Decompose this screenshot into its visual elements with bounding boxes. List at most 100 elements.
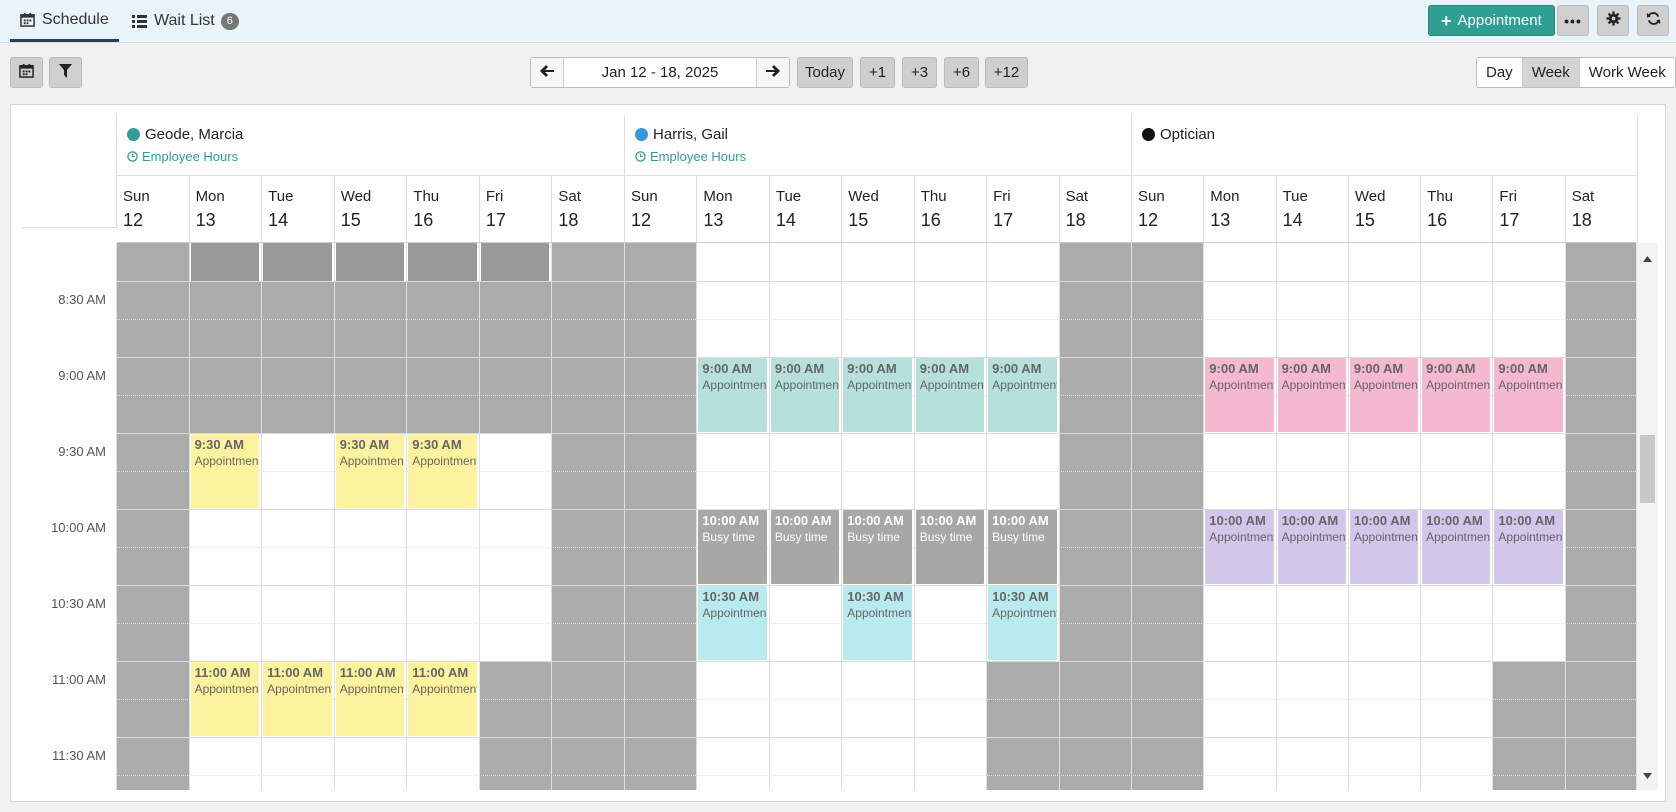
add-appointment-button[interactable]: + Appointment: [1428, 5, 1555, 36]
appointment-block[interactable]: 9:00 AM Appointment: [698, 358, 767, 432]
filter-icon: [59, 63, 72, 82]
appointment-block[interactable]: 9:00 AM Appointment: [915, 358, 985, 432]
event-label: Appointment: [1426, 378, 1491, 392]
appointment-block[interactable]: 10:00 AM Appointment: [1277, 510, 1346, 584]
day-column[interactable]: [117, 243, 190, 790]
appointment-block[interactable]: 10:30 AM Appointment: [698, 586, 767, 660]
day-header[interactable]: Wed 15: [1348, 176, 1422, 243]
day-header[interactable]: Fri 17: [479, 176, 553, 243]
day-name: Sat: [558, 188, 581, 205]
appointment-block[interactable]: 9:00 AM Appointment: [988, 358, 1057, 432]
day-header[interactable]: Thu 16: [1421, 176, 1494, 243]
jump-plus-1-button[interactable]: +1: [860, 57, 895, 88]
day-header[interactable]: Sun 12: [1132, 176, 1205, 243]
appointment-block[interactable]: 9:00 AM Appointment: [770, 358, 840, 432]
appointment-block[interactable]: 9:00 AM Appointment: [1349, 358, 1419, 432]
day-header[interactable]: Sun 12: [117, 176, 190, 243]
day-header[interactable]: Tue 14: [262, 176, 335, 243]
jump-plus-3-button[interactable]: +3: [902, 57, 937, 88]
view-work-week-button[interactable]: Work Week: [1578, 58, 1675, 87]
employee-hours-link[interactable]: Employee Hours: [635, 149, 746, 164]
day-number: 15: [1354, 210, 1375, 230]
event-time: 9:30 AM: [194, 437, 244, 452]
day-header[interactable]: Fri 17: [1493, 176, 1566, 243]
time-gutter: 8:30 AM 9:00 AM 9:30 AM 10:00 AM 10:30 AM 11:…: [22, 243, 117, 790]
date-range-display[interactable]: Jan 12 - 18, 2025: [563, 58, 757, 87]
date-picker-button[interactable]: [10, 57, 43, 88]
refresh-button[interactable]: [1637, 5, 1669, 36]
jump-plus-12-button[interactable]: +12: [985, 57, 1028, 88]
day-header[interactable]: Mon 13: [1204, 176, 1277, 243]
scrollbar-thumb[interactable]: [1640, 435, 1655, 503]
vertical-scrollbar[interactable]: [1636, 243, 1658, 790]
day-header[interactable]: Thu 16: [914, 176, 988, 243]
day-column[interactable]: [1059, 243, 1132, 790]
view-day-button[interactable]: Day: [1477, 58, 1522, 87]
grid-line: [117, 737, 1636, 738]
resource-name: Optician: [1160, 126, 1216, 143]
day-number: 17: [1499, 210, 1520, 230]
appointment-block[interactable]: 10:00 AM Appointment: [1422, 510, 1491, 584]
appointment-block[interactable]: 11:00 AM Appointment: [190, 662, 260, 736]
appointment-block[interactable]: 9:00 AM Appointment: [1205, 358, 1274, 432]
busy-time-block[interactable]: 10:00 AM Busy time: [988, 510, 1057, 584]
event-time: 11:00 AM: [412, 665, 469, 680]
day-header[interactable]: Mon 13: [189, 176, 263, 243]
filter-button[interactable]: [49, 57, 82, 88]
day-header[interactable]: Fri 17: [987, 176, 1060, 243]
busy-time-block[interactable]: 10:00 AM Busy time: [843, 510, 912, 584]
day-header[interactable]: Tue 14: [769, 176, 843, 243]
day-header[interactable]: Wed 15: [842, 176, 915, 243]
previous-week-button[interactable]: [531, 58, 563, 87]
appointment-block[interactable]: 10:00 AM Appointment: [1205, 510, 1274, 584]
busy-time-block[interactable]: 10:00 AM Busy time: [915, 510, 985, 584]
event-label: Appointment: [1281, 530, 1346, 544]
day-column[interactable]: [552, 243, 625, 790]
appointment-block[interactable]: 9:00 AM Appointment: [843, 358, 912, 432]
appointment-block[interactable]: 10:30 AM Appointment: [988, 586, 1057, 660]
day-header[interactable]: Sat 18: [1565, 176, 1638, 243]
calendar-icon: [19, 63, 34, 82]
today-button[interactable]: Today: [797, 57, 853, 88]
appointment-block[interactable]: 10:00 AM Appointment: [1349, 510, 1419, 584]
day-column[interactable]: [1565, 243, 1636, 790]
appointment-block[interactable]: 11:00 AM Appointment: [335, 662, 405, 736]
appointment-block[interactable]: 11:00 AM Appointment: [408, 662, 477, 736]
day-header[interactable]: Tue 14: [1276, 176, 1349, 243]
day-column[interactable]: [1132, 243, 1205, 790]
appointment-block[interactable]: 9:30 AM Appointment: [335, 434, 405, 508]
day-header[interactable]: Sun 12: [625, 176, 698, 243]
appointment-block[interactable]: 10:30 AM Appointment: [843, 586, 912, 660]
time-grid: 8:30 AM 9:00 AM 9:30 AM 10:00 AM 10:30 AM 11:…: [22, 243, 1636, 790]
day-header[interactable]: Sat 18: [552, 176, 625, 243]
appointment-block[interactable]: 9:00 AM Appointment: [1422, 358, 1491, 432]
day-column[interactable]: [625, 243, 698, 790]
busy-time-block[interactable]: 10:00 AM Busy time: [770, 510, 840, 584]
employee-hours-link[interactable]: Employee Hours: [127, 149, 238, 164]
day-header[interactable]: Thu 16: [407, 176, 480, 243]
resource-header-geode-marcia: Geode, Marcia Employee Hours: [117, 115, 625, 176]
next-week-button[interactable]: [757, 58, 789, 87]
day-header[interactable]: Mon 13: [697, 176, 770, 243]
tab-schedule[interactable]: Schedule: [10, 0, 119, 42]
appointment-block[interactable]: 9:30 AM Appointment: [408, 434, 477, 508]
appointment-block[interactable]: 11:00 AM Appointment: [263, 662, 332, 736]
view-week-button[interactable]: Week: [1521, 58, 1579, 87]
busy-time-block[interactable]: 10:00 AM Busy time: [698, 510, 767, 584]
arrow-left-icon: [540, 64, 554, 82]
appointment-block[interactable]: 10:00 AM Appointment: [1494, 510, 1563, 584]
day-column[interactable]: [479, 243, 553, 790]
appointment-block[interactable]: 9:00 AM Appointment: [1494, 358, 1563, 432]
appointment-block[interactable]: 9:00 AM Appointment: [1277, 358, 1346, 432]
settings-button[interactable]: [1597, 5, 1629, 36]
more-options-button[interactable]: •••: [1557, 5, 1589, 36]
event-label: Appointment: [992, 606, 1057, 620]
event-time: 9:00 AM: [992, 361, 1042, 376]
tab-wait-list[interactable]: Wait List 6: [122, 0, 249, 42]
day-header[interactable]: Wed 15: [334, 176, 408, 243]
day-header[interactable]: Sat 18: [1059, 176, 1132, 243]
day-number: 18: [1065, 210, 1086, 230]
calendar-grid: Geode, Marcia Employee Hours Harris, Gai…: [22, 115, 1658, 790]
appointment-block[interactable]: 9:30 AM Appointment: [190, 434, 260, 508]
jump-plus-6-button[interactable]: +6: [944, 57, 979, 88]
